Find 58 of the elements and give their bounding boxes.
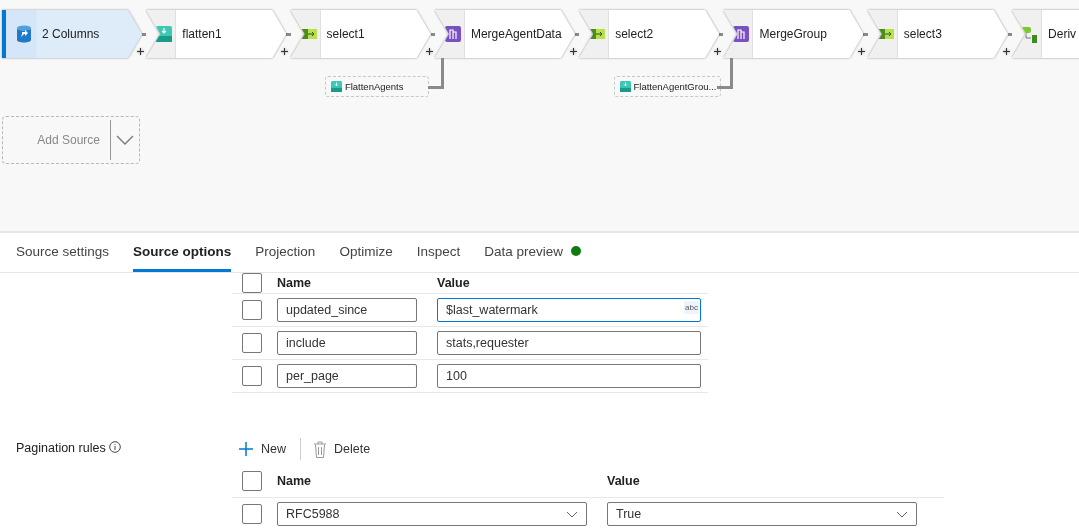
column-header: Name — [277, 276, 313, 290]
add-icon[interactable] — [714, 48, 722, 55]
info-icon — [108, 441, 121, 453]
checkbox[interactable] — [242, 273, 262, 293]
transform-node[interactable]: select3 — [867, 10, 1008, 58]
toolbar-button[interactable]: Delete — [313, 440, 379, 458]
chevron-down-icon — [116, 135, 134, 145]
checkbox[interactable] — [242, 471, 262, 491]
add-icon[interactable] — [425, 48, 433, 55]
tab[interactable]: Projection — [255, 233, 316, 272]
tab[interactable]: Source settings — [16, 233, 110, 272]
value-field[interactable]: $last_watermark abc — [437, 298, 701, 322]
toolbar-button[interactable]: New — [238, 441, 294, 457]
section-label: Pagination rules — [16, 441, 106, 455]
tab[interactable]: Inspect — [416, 233, 461, 272]
join-icon — [733, 26, 750, 42]
tab[interactable]: Data preview — [484, 233, 581, 272]
branch-node[interactable]: FlattenAgents — [324, 76, 429, 97]
column-header: Value — [437, 276, 471, 290]
transform-node[interactable]: select1 — [290, 10, 431, 58]
add-icon[interactable] — [137, 48, 144, 55]
flatten-icon — [156, 26, 173, 42]
checkbox[interactable] — [242, 333, 262, 353]
transform-node[interactable]: MergeGroup — [723, 10, 864, 58]
transform-node[interactable]: select2 — [579, 10, 720, 58]
chevron-down-icon — [896, 510, 908, 518]
branch-node[interactable]: FlattenAgentGrou... — [613, 76, 722, 97]
tab[interactable]: Optimize — [339, 233, 393, 272]
derive-icon — [1020, 25, 1039, 43]
value-field[interactable]: stats,requester — [437, 331, 701, 355]
join-icon — [444, 26, 461, 42]
checkbox[interactable] — [242, 366, 262, 386]
add-icon[interactable] — [281, 48, 289, 55]
flatten-icon — [330, 81, 342, 92]
transform-node[interactable]: Deriv — [1012, 10, 1079, 58]
transform-node[interactable]: MergeAgentData — [434, 10, 575, 58]
column-header: Name — [277, 474, 313, 488]
name-dropdown[interactable]: RFC5988 — [277, 502, 587, 526]
add-icon[interactable] — [858, 48, 866, 55]
transform-node[interactable]: 2 Columns — [2, 10, 142, 58]
add-icon[interactable] — [569, 48, 577, 55]
name-field[interactable]: include — [277, 331, 417, 355]
column-header: Value — [607, 474, 641, 488]
database-icon — [16, 25, 32, 43]
checkbox[interactable] — [242, 504, 262, 524]
checkbox[interactable] — [242, 300, 262, 320]
add-icon[interactable] — [1002, 48, 1010, 55]
chevron-down-icon — [566, 510, 578, 518]
add-icon — [238, 441, 254, 457]
name-field[interactable]: updated_since — [277, 298, 417, 322]
value-field[interactable]: 100 — [437, 364, 701, 388]
transform-node[interactable]: flatten1 — [146, 10, 287, 58]
name-field[interactable]: per_page — [277, 364, 417, 388]
tab[interactable]: Source options — [133, 233, 232, 272]
trash-icon — [313, 440, 327, 458]
flatten-icon — [619, 81, 631, 92]
type-badge: abc — [684, 301, 699, 314]
value-dropdown[interactable]: True — [607, 502, 917, 526]
